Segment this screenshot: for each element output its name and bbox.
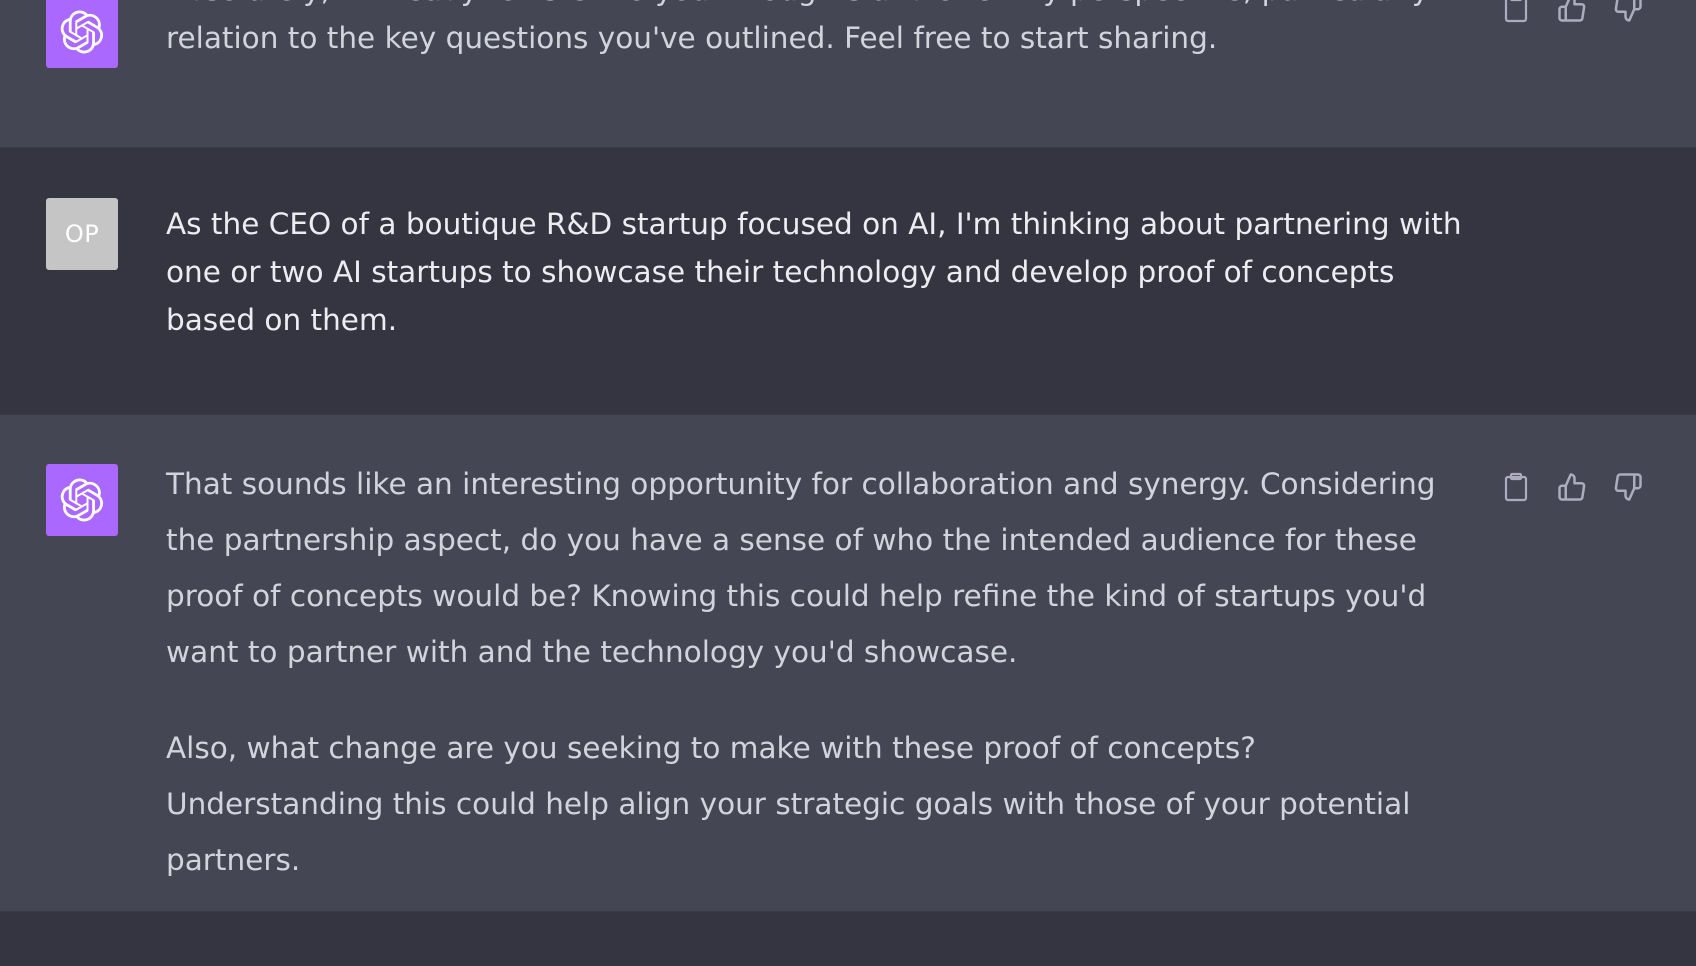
thumbs-down-icon (1614, 473, 1642, 501)
openai-logo-icon (60, 10, 104, 54)
bottom-spacer (0, 912, 1696, 966)
assistant-message: Absolutely, I'm ready to listen to your … (0, 0, 1696, 148)
thumbs-up-button[interactable] (1556, 471, 1588, 503)
chat-thread: Absolutely, I'm ready to listen to your … (0, 0, 1696, 966)
copy-button[interactable] (1500, 0, 1532, 24)
user-message-text: As the CEO of a boutique R&D startup foc… (166, 200, 1476, 344)
thumbs-down-button[interactable] (1612, 0, 1644, 24)
message-paragraph: As the CEO of a boutique R&D startup foc… (166, 207, 1462, 337)
message-paragraph: That sounds like an interesting opportun… (166, 467, 1436, 669)
copy-button[interactable] (1500, 471, 1532, 503)
assistant-message-text: Absolutely, I'm ready to listen to your … (166, 0, 1476, 62)
message-actions (1500, 471, 1644, 503)
assistant-message: That sounds like an interesting opportun… (0, 415, 1696, 912)
message-actions (1500, 0, 1644, 24)
message-paragraph: Absolutely, I'm ready to listen to your … (166, 0, 1466, 55)
thumbs-down-button[interactable] (1612, 471, 1644, 503)
assistant-avatar (46, 0, 118, 68)
user-avatar: OP (46, 198, 118, 270)
thumbs-up-button[interactable] (1556, 0, 1588, 24)
assistant-message-text: That sounds like an interesting opportun… (166, 456, 1476, 888)
user-avatar-initials: OP (64, 220, 100, 248)
user-message: OP As the CEO of a boutique R&D startup … (0, 148, 1696, 415)
copy-icon (1504, 472, 1528, 502)
thumbs-up-icon (1558, 0, 1586, 22)
openai-logo-icon (60, 478, 104, 522)
thumbs-up-icon (1558, 473, 1586, 501)
copy-icon (1504, 0, 1528, 23)
message-paragraph: Also, what change are you seeking to mak… (166, 731, 1411, 877)
assistant-avatar (46, 464, 118, 536)
thumbs-down-icon (1614, 0, 1642, 22)
